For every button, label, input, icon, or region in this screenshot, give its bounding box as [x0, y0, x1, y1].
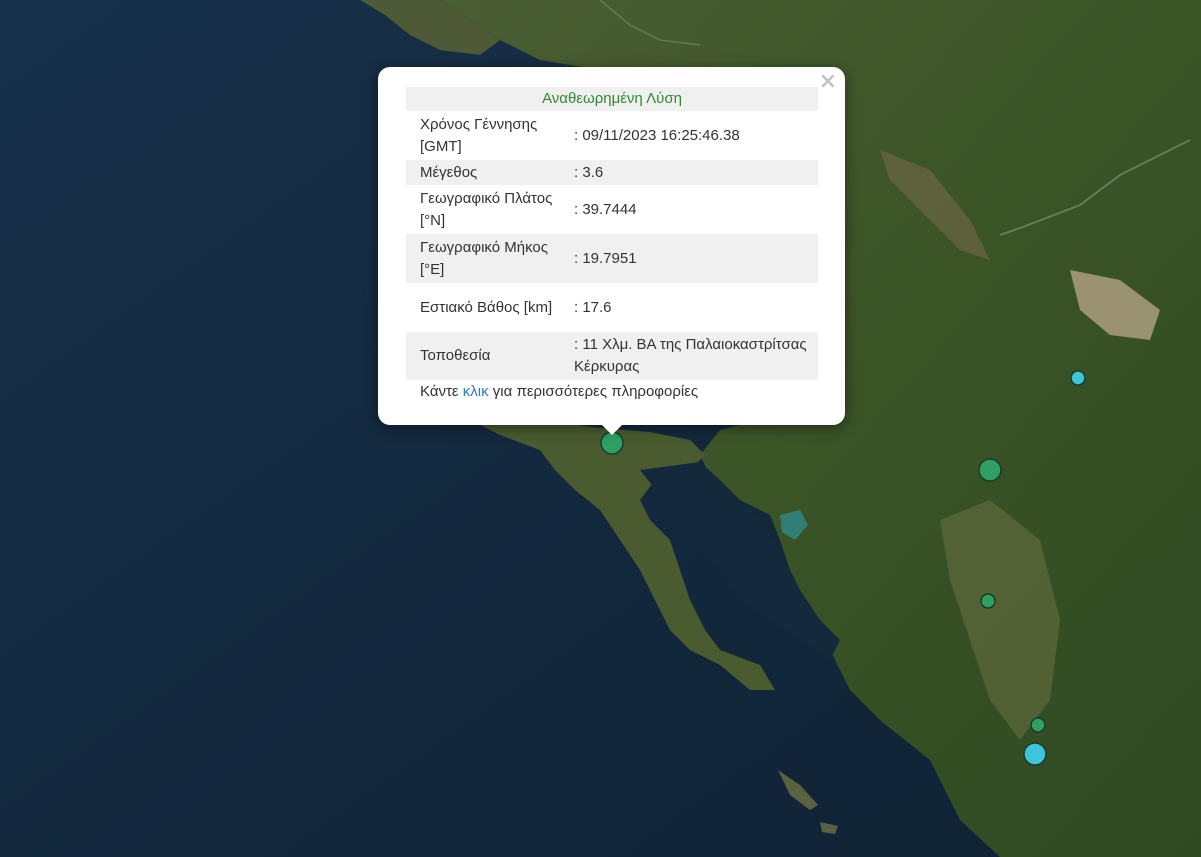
more-info-line: Κάντε κλικ για περισσότερες πληροφορίες [406, 380, 818, 404]
row-value: : 19.7951 [574, 249, 637, 267]
row-label: Μέγεθος [420, 163, 478, 181]
info-row-depth: Εστιακό Βάθος [km] : 17.6 [406, 283, 818, 332]
info-row-location: Τοποθεσία : 11 Χλμ. ΒΑ της Παλαιοκαστρίτ… [406, 332, 818, 380]
quake-marker[interactable] [1070, 370, 1086, 386]
popup-pointer [600, 423, 624, 435]
close-icon[interactable]: × [819, 71, 837, 93]
row-label: Γεωγραφικό Πλάτος [°N] [420, 189, 553, 229]
earthquake-info-popup: × Αναθεωρημένη Λύση Χρόνος Γέννησης [GMT… [378, 67, 845, 435]
quake-marker[interactable] [980, 593, 996, 609]
row-value: : 09/11/2023 16:25:46.38 [574, 126, 740, 144]
info-row-magnitude: Μέγεθος : 3.6 [406, 160, 818, 185]
quake-marker-selected[interactable] [600, 431, 624, 455]
quake-marker[interactable] [1030, 717, 1046, 733]
more-info-link[interactable]: κλικ [463, 383, 489, 400]
quake-marker[interactable] [1023, 742, 1047, 766]
row-label: Γεωγραφικό Μήκος [°E] [420, 238, 548, 278]
popup-content: Αναθεωρημένη Λύση Χρόνος Γέννησης [GMT] … [406, 87, 818, 404]
earthquake-info-table: Χρόνος Γέννησης [GMT] : 09/11/2023 16:25… [406, 111, 818, 380]
more-info-suffix: για περισσότερες πληροφορίες [488, 383, 699, 400]
info-row-origin-time: Χρόνος Γέννησης [GMT] : 09/11/2023 16:25… [406, 111, 818, 160]
info-row-latitude: Γεωγραφικό Πλάτος [°N] : 39.7444 [406, 185, 818, 234]
quake-marker[interactable] [978, 458, 1002, 482]
more-info-prefix: Κάντε [420, 383, 463, 400]
row-label: Τοποθεσία [420, 347, 491, 364]
row-label: Χρόνος Γέννησης [GMT] [420, 115, 538, 155]
row-value: : 3.6 [574, 163, 604, 181]
row-value: : 17.6 [574, 298, 612, 316]
row-label: Εστιακό Βάθος [km] [420, 298, 553, 316]
row-value: : 39.7444 [574, 200, 637, 218]
info-row-longitude: Γεωγραφικό Μήκος [°E] : 19.7951 [406, 234, 818, 283]
row-value: : 11 Χλμ. ΒΑ της Παλαιοκαστρίτσας Κέρκυρ… [574, 336, 807, 375]
popup-title: Αναθεωρημένη Λύση [406, 87, 818, 111]
